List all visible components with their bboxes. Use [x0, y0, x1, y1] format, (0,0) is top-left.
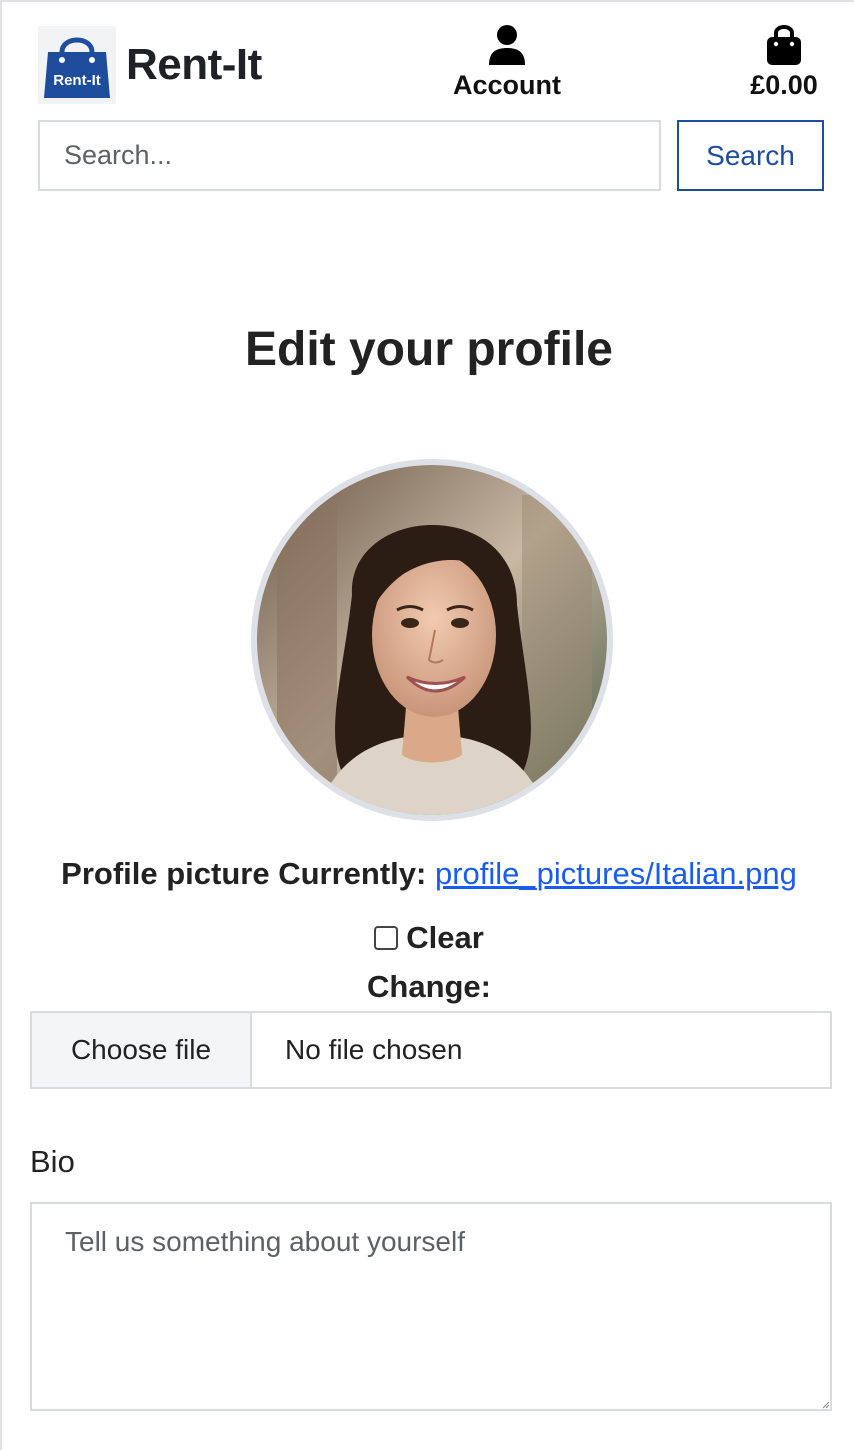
account-link[interactable]: Account — [442, 24, 572, 101]
profile-picture-label: Profile picture — [61, 856, 270, 891]
user-icon — [489, 25, 525, 65]
brand-logo[interactable]: Rent-It — [38, 26, 116, 104]
shopping-bag-icon — [767, 25, 801, 65]
profile-photo — [257, 465, 607, 815]
currently-label: Currently: — [278, 856, 427, 891]
bio-label: Bio — [30, 1144, 75, 1179]
bio-textarea[interactable] — [30, 1202, 832, 1411]
choose-file-button[interactable]: Choose file — [32, 1013, 252, 1087]
clear-checkbox[interactable] — [374, 926, 399, 950]
profile-picture-row: Profile picture Currently: profile_pictu… — [2, 856, 854, 892]
clear-row: Clear — [2, 920, 854, 956]
avatar — [251, 459, 613, 821]
file-status: No file chosen — [285, 1034, 463, 1065]
logo-text: Rent-It — [53, 72, 101, 89]
cart-total: £0.00 — [750, 70, 818, 100]
change-label: Change: — [367, 969, 491, 1004]
shopping-bag-logo-icon: Rent-It — [44, 37, 110, 98]
search-button[interactable]: Search — [677, 120, 824, 191]
file-input[interactable]: Choose file No file chosen — [30, 1011, 832, 1089]
account-label: Account — [453, 70, 561, 100]
search-input[interactable] — [38, 120, 661, 191]
brand-name[interactable]: Rent-It — [126, 40, 262, 90]
current-file-link[interactable]: profile_pictures/Italian.png — [435, 856, 797, 891]
clear-label[interactable]: Clear — [406, 920, 484, 955]
page-title: Edit your profile — [244, 323, 613, 376]
page: Rent-It Rent-It Account £0.00 Search Edi… — [0, 0, 854, 1450]
resize-grip-icon[interactable] — [822, 1401, 830, 1409]
cart-link[interactable]: £0.00 — [734, 24, 834, 101]
